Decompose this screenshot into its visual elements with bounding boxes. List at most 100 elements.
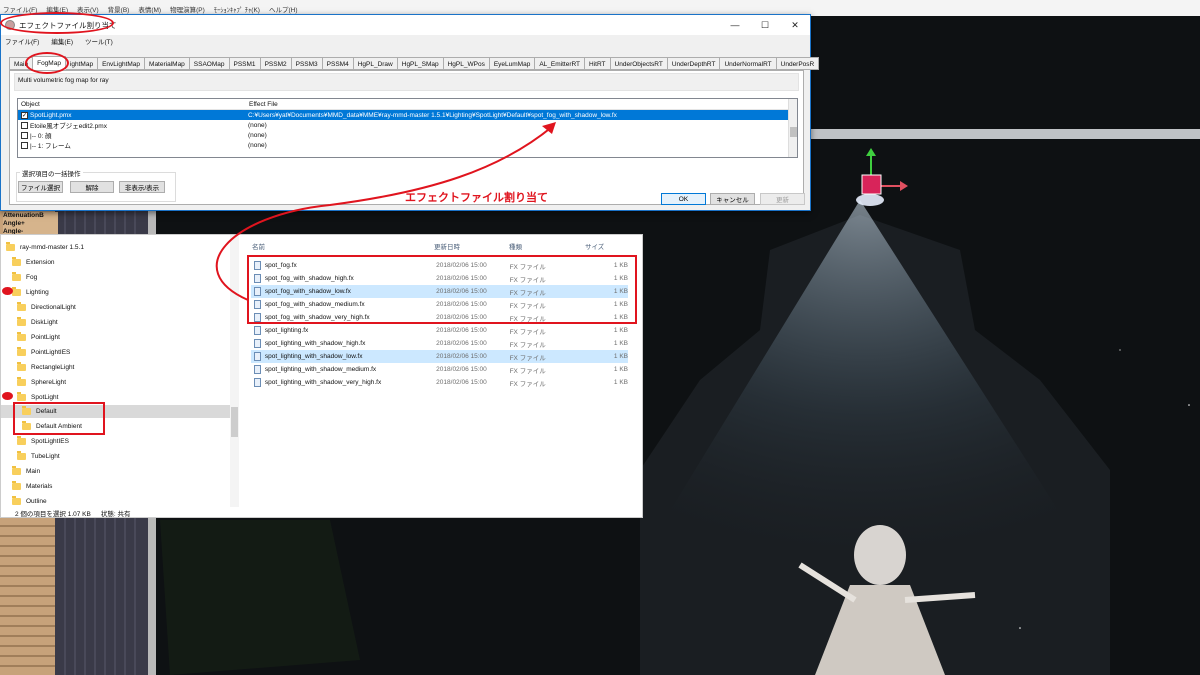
column-header-size[interactable]: サイズ — [585, 241, 604, 253]
ok-button[interactable]: OK — [661, 193, 706, 205]
tab-pssm1[interactable]: PSSM1 — [229, 57, 261, 70]
tab-underdepthrt[interactable]: UnderDepthRT — [667, 57, 721, 70]
tree-node[interactable]: Outline — [12, 495, 47, 507]
tree-node[interactable]: PointLightIES — [17, 346, 70, 359]
tree-node[interactable]: Default — [1, 405, 230, 418]
dialog-menu-file[interactable]: ファイル(F) — [5, 36, 39, 46]
tab-hgpl-draw[interactable]: HgPL_Draw — [353, 57, 398, 70]
tree-node[interactable]: PointLight — [17, 331, 60, 344]
dialog-menu-tools[interactable]: ツール(T) — [85, 36, 113, 46]
tab-hgpl-smap[interactable]: HgPL_SMap — [397, 57, 444, 70]
fx-file-icon — [254, 378, 261, 387]
file-size: 1 KB — [613, 353, 628, 360]
tab-ssaomap[interactable]: SSAOMap — [189, 57, 230, 70]
timeline-label-angle-plus[interactable]: Angle+ — [3, 220, 58, 228]
grid-scrollbar[interactable] — [788, 99, 797, 157]
select-file-button[interactable]: ファイル選択 — [18, 181, 63, 193]
column-header-name[interactable]: 名前 — [252, 241, 265, 253]
column-header-modified[interactable]: 更新日時 — [434, 241, 460, 253]
tree-node[interactable]: DiskLight — [17, 316, 58, 329]
row-checkbox[interactable] — [21, 141, 28, 149]
tree-node[interactable]: DirectionalLight — [17, 301, 76, 314]
tab-hitrt[interactable]: HitRT — [585, 57, 611, 70]
tree-node[interactable]: SpotLight — [17, 391, 58, 404]
tree-node-label: Lighting — [26, 289, 49, 296]
column-header-effect-file[interactable]: Effect File — [246, 99, 281, 109]
column-header-type[interactable]: 種類 — [509, 241, 522, 253]
column-header-object[interactable]: Object — [18, 99, 246, 109]
tab-lightmap[interactable]: ightMap — [65, 57, 99, 70]
file-row[interactable]: spot_lighting_with_shadow_high.fx 2018/02… — [251, 337, 628, 350]
tree-node[interactable]: Main — [12, 465, 40, 478]
file-row[interactable]: spot_lighting.fx 2018/02/06 15:00 FX ファイル 1… — [251, 324, 628, 337]
tree-node-label: RectangleLight — [31, 364, 75, 371]
tab-envlightmap[interactable]: EnvLightMap — [98, 57, 146, 70]
tree-node[interactable]: Lighting — [12, 286, 49, 299]
tree-node[interactable]: Materials — [12, 480, 52, 493]
folder-icon — [17, 377, 26, 386]
remove-button[interactable]: 解除 — [70, 181, 114, 193]
tree-node[interactable]: SpotLightIES — [17, 435, 69, 448]
folder-tree[interactable]: ray-mmd-master 1.5.1 Extension Fog Light… — [1, 235, 239, 507]
tree-node-label: TubeLight — [31, 453, 60, 460]
tree-foliage — [160, 520, 360, 675]
file-row[interactable]: spot_fog_with_shadow_very_high.fx 2018/02… — [251, 311, 628, 324]
tab-materialmap[interactable]: MaterialMap — [145, 57, 190, 70]
file-type: FX ファイル — [509, 328, 546, 336]
cancel-button[interactable]: キャンセル — [710, 193, 755, 205]
toggle-visibility-button[interactable]: 非表示/表示 — [119, 181, 165, 193]
timeline-label-attenuation[interactable]: AttenuationB — [3, 212, 58, 220]
grid-row[interactable]: ✓ SpotLight.pmx C:¥Users¥yat¥Documents¥MM… — [18, 110, 797, 120]
file-row[interactable]: spot_lighting_with_shadow_medium.fx 2018/… — [251, 363, 628, 376]
file-row[interactable]: spot_lighting_with_shadow_very_high.fx 20… — [251, 376, 628, 389]
scrollbar-thumb[interactable] — [231, 407, 238, 437]
grid-row[interactable]: Etoile風オブジェedit2.pmx (none) — [18, 120, 797, 130]
tree-node-label: Main — [26, 468, 41, 475]
row-checkbox[interactable]: ✓ — [21, 111, 28, 119]
tree-scrollbar[interactable] — [230, 235, 239, 507]
row-checkbox[interactable] — [21, 131, 28, 139]
tree-node[interactable]: Default Ambient — [22, 420, 82, 433]
dialog-titlebar[interactable]: エフェクトファイル割り当て — ☐ ✕ — [1, 15, 810, 35]
file-row[interactable]: spot_fog_with_shadow_medium.fx 2018/02/06… — [251, 298, 628, 311]
file-row[interactable]: spot_fog.fx 2018/02/06 15:00 FX ファイル 1 KB — [251, 259, 628, 272]
file-list[interactable]: 名前 更新日時 種類 サイズ spot_fog.fx 2018/02/06 15:… — [246, 235, 644, 519]
tab-underobjectsrt[interactable]: UnderObjectsRT — [610, 57, 668, 70]
tree-node[interactable]: ray-mmd-master 1.5.1 — [6, 241, 84, 254]
tab-hgpl-wpos[interactable]: HgPL_WPos — [443, 57, 490, 70]
tree-node[interactable]: Fog — [12, 271, 37, 284]
annotation-label: エフェクトファイル割り当て — [405, 192, 548, 204]
scrollbar-thumb[interactable] — [790, 127, 797, 137]
file-row[interactable]: spot_fog_with_shadow_low.fx 2018/02/06 15… — [251, 285, 628, 298]
tree-node[interactable]: RectangleLight — [17, 361, 74, 374]
tab-pssm3[interactable]: PSSM3 — [291, 57, 323, 70]
maximize-icon[interactable]: ☐ — [750, 15, 780, 35]
tab-eyelummap[interactable]: EyeLumMap — [489, 57, 536, 70]
row-checkbox[interactable] — [21, 121, 28, 129]
tree-node-label: Default Ambient — [36, 423, 82, 430]
effect-tabs: Main FogMap ightMap EnvLightMap Material… — [9, 56, 820, 70]
tab-al-emitterrt[interactable]: AL_EmitterRT — [535, 57, 586, 70]
minimize-icon[interactable]: — — [720, 15, 750, 35]
tab-fogmap[interactable]: FogMap — [33, 56, 66, 70]
tree-node[interactable]: Extension — [12, 256, 55, 269]
dialog-menu-edit[interactable]: 編集(E) — [51, 36, 73, 46]
grid-row[interactable]: |-- 0: 顔 (none) — [18, 130, 797, 140]
tree-node[interactable]: TubeLight — [17, 450, 60, 463]
tab-main[interactable]: Main — [9, 57, 34, 70]
update-button[interactable]: 更新 — [760, 193, 805, 205]
tab-pssm2[interactable]: PSSM2 — [260, 57, 292, 70]
tab-underposrt[interactable]: UnderPosR — [776, 57, 820, 70]
object-effect-grid[interactable]: Object Effect File ✓ SpotLight.pmx C:¥Use… — [17, 98, 798, 158]
fx-file-icon — [254, 300, 261, 309]
file-row[interactable]: spot_fog_with_shadow_high.fx 2018/02/06 1… — [251, 272, 628, 285]
tab-undernormalrt[interactable]: UnderNormalRT — [720, 57, 777, 70]
tab-pssm4[interactable]: PSSM4 — [322, 57, 354, 70]
folder-icon — [12, 466, 21, 475]
tree-node-label: DiskLight — [31, 319, 58, 326]
close-icon[interactable]: ✕ — [780, 15, 810, 35]
file-row[interactable]: spot_lighting_with_shadow_low.fx 2018/02/… — [251, 350, 628, 363]
tree-node[interactable]: SphereLight — [17, 376, 66, 389]
tree-node-label: SpotLight — [31, 394, 59, 401]
grid-row[interactable]: |-- 1: フレーム (none) — [18, 140, 797, 150]
